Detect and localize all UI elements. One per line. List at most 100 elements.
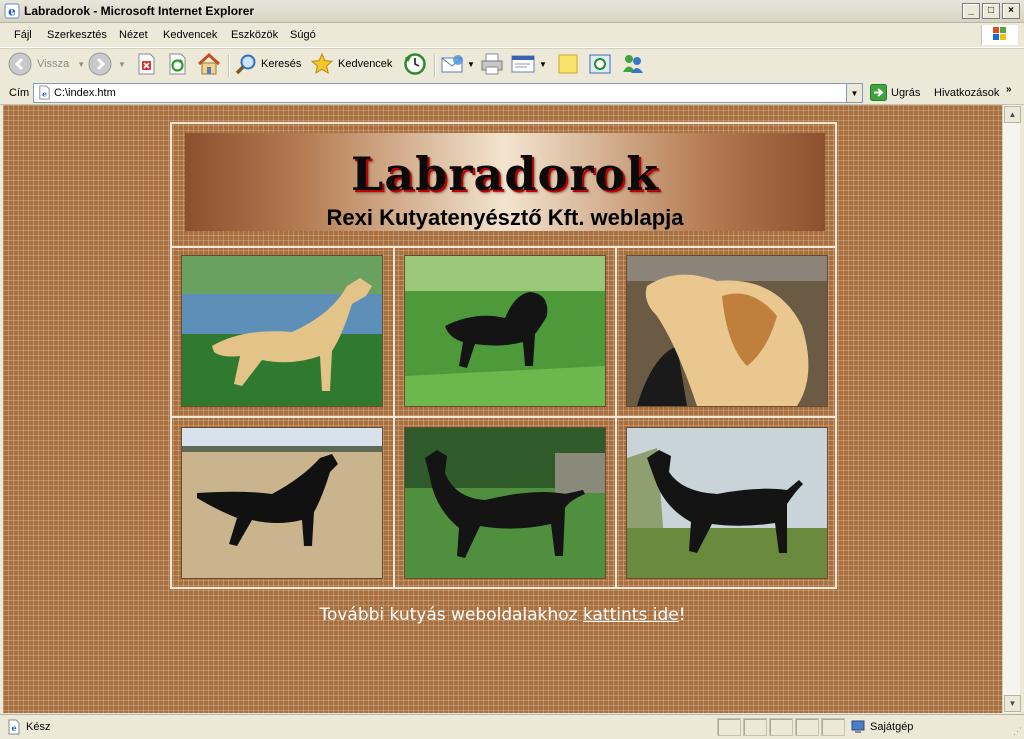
address-label: Cím (9, 87, 30, 99)
footer-suffix: ! (678, 605, 686, 625)
resize-grip-icon[interactable]: ⋰ (1013, 726, 1022, 737)
banner-cell: Labradorok Rexi Kutyatenyésztő Kft. webl… (172, 124, 835, 248)
page-icon: e (39, 85, 50, 100)
menu-file[interactable]: Fájl (14, 29, 32, 41)
layout-table: Labradorok Rexi Kutyatenyésztő Kft. webl… (170, 122, 837, 589)
photo-cell (393, 418, 615, 587)
black-labrador-on-lawn-photo (404, 427, 606, 579)
note-icon (558, 54, 578, 74)
close-button[interactable]: × (1002, 3, 1020, 19)
status-pane (821, 718, 845, 736)
links-label[interactable]: Hivatkozások (934, 87, 999, 99)
edit-page-icon (511, 55, 535, 73)
page-done-icon: e (8, 719, 20, 735)
chevron-right-icon[interactable]: » (1006, 84, 1012, 95)
menu-tools[interactable]: Eszközök (231, 29, 278, 41)
chevron-down-icon[interactable]: ▼ (77, 60, 85, 69)
security-zone: Sajátgép (850, 719, 913, 735)
address-bar: Cím e C:\index.htm ▼ Ugrás Hivatkozások … (0, 82, 1024, 105)
scroll-down-icon[interactable]: ▼ (1004, 695, 1021, 712)
back-label: Vissza (37, 58, 70, 70)
mail-icon (441, 55, 463, 73)
page-viewport: Labradorok Rexi Kutyatenyésztő Kft. webl… (3, 105, 1002, 713)
refresh-button[interactable] (166, 52, 188, 76)
ie-icon: e (4, 3, 20, 19)
go-label: Ugrás (891, 86, 921, 99)
black-labrador-puppy-in-grass-photo (404, 255, 606, 407)
footer-prefix: További kutyás weboldalakhoz (319, 605, 584, 625)
back-button[interactable]: Vissza ▼ (8, 52, 85, 76)
photo-cell (615, 418, 835, 587)
zone-label: Sajátgép (870, 721, 914, 733)
stop-icon (138, 53, 155, 75)
menu-view[interactable]: Nézet (119, 29, 148, 41)
mail-button[interactable]: ▼ (440, 52, 475, 76)
discuss-button[interactable] (556, 52, 580, 76)
banner: Labradorok Rexi Kutyatenyésztő Kft. webl… (185, 133, 825, 231)
go-arrow-icon (870, 84, 887, 101)
menu-favorites[interactable]: Kedvencek (163, 29, 217, 41)
print-button[interactable] (479, 52, 505, 76)
status-pane (769, 718, 793, 736)
forward-button[interactable]: ▼ (88, 52, 126, 76)
maximize-button[interactable]: □ (982, 3, 1000, 19)
footer-line: További kutyás weboldalakhoz kattints id… (3, 605, 1002, 625)
research-button[interactable] (587, 52, 613, 76)
history-button[interactable] (402, 52, 428, 76)
address-url: C:\index.htm (54, 87, 116, 99)
windows-logo-icon (981, 25, 1018, 45)
home-icon (197, 52, 221, 75)
back-arrow-icon (8, 52, 32, 76)
status-bar: e Kész Sajátgép ⋰ (0, 714, 1024, 739)
svg-text:e: e (11, 723, 16, 733)
vertical-scrollbar[interactable]: ▲ ▼ (1002, 105, 1021, 713)
chevron-down-icon[interactable]: ▼ (539, 60, 547, 69)
menu-bar: Fájl Szerkesztés Nézet Kedvencek Eszközö… (0, 23, 1024, 48)
forward-arrow-icon (88, 52, 112, 76)
yellow-labrador-by-pond-photo (181, 255, 383, 407)
photo-cell (393, 246, 615, 418)
black-labrador-in-field-photo (181, 427, 383, 579)
banner-subtitle: Rexi Kutyatenyésztő Kft. weblapja (326, 205, 684, 230)
standard-toolbar: Vissza ▼ ▼ Keresés Kedvencek ▼ ▼ (0, 48, 1024, 83)
menu-edit[interactable]: Szerkesztés (47, 29, 107, 41)
status-text: Kész (26, 721, 51, 733)
title-bar: e Labradorok - Microsoft Internet Explor… (0, 0, 1024, 23)
favorites-button[interactable]: Kedvencek (310, 52, 392, 76)
refresh-icon (169, 53, 186, 75)
printer-icon (481, 53, 503, 75)
more-sites-link[interactable]: kattints ide (583, 605, 679, 625)
stop-button[interactable] (135, 52, 157, 76)
status-pane (717, 718, 741, 736)
history-icon (404, 53, 426, 75)
chevron-down-icon[interactable]: ▼ (467, 60, 475, 69)
black-labrador-by-water-photo (626, 427, 828, 579)
window-title: Labradorok - Microsoft Internet Explorer (24, 4, 255, 18)
photo-cell (172, 418, 393, 587)
photo-cell (172, 246, 393, 418)
photo-grid (172, 246, 835, 587)
search-button[interactable]: Keresés (234, 52, 301, 76)
star-icon (310, 52, 334, 75)
status-pane (743, 718, 767, 736)
favorites-label: Kedvencek (338, 58, 393, 70)
home-button[interactable] (196, 52, 222, 76)
address-input[interactable]: e C:\index.htm ▼ (33, 83, 863, 103)
status-pane (795, 718, 819, 736)
research-icon (589, 54, 611, 74)
minimize-button[interactable]: _ (962, 3, 980, 19)
svg-text:e: e (42, 89, 47, 98)
edit-button[interactable]: ▼ (510, 52, 547, 76)
yellow-labrador-head-closeup-photo (626, 255, 828, 407)
scroll-up-icon[interactable]: ▲ (1004, 106, 1021, 123)
menu-help[interactable]: Súgó (290, 29, 316, 41)
chevron-down-icon[interactable]: ▼ (118, 60, 126, 69)
chevron-down-icon[interactable]: ▼ (846, 84, 862, 102)
messenger-button[interactable] (620, 52, 646, 76)
my-computer-icon (851, 720, 865, 733)
photo-cell (615, 246, 835, 418)
banner-title: Labradorok (351, 147, 659, 201)
messenger-icon (623, 55, 643, 73)
svg-text:e: e (8, 5, 16, 19)
go-button[interactable]: Ugrás (870, 84, 920, 101)
